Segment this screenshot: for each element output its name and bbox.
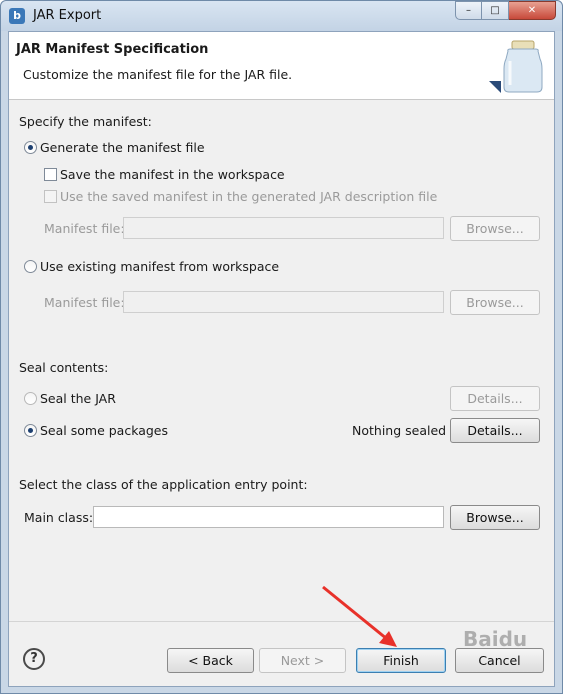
use-existing-manifest-label[interactable]: Use existing manifest from workspace [40, 259, 279, 274]
title-bar[interactable]: b JAR Export – □ ✕ [1, 1, 562, 31]
save-manifest-checkbox[interactable] [44, 168, 57, 181]
seal-jar-radio[interactable] [24, 392, 37, 405]
next-button[interactable]: Next > [259, 648, 346, 673]
back-button[interactable]: < Back [167, 648, 254, 673]
details-button-2[interactable]: Details... [450, 418, 540, 443]
use-saved-manifest-label: Use the saved manifest in the generated … [60, 189, 438, 204]
generate-manifest-label[interactable]: Generate the manifest file [40, 140, 205, 155]
minimize-button[interactable]: – [455, 1, 482, 20]
seal-jar-label[interactable]: Seal the JAR [40, 391, 116, 406]
browse-button-2[interactable]: Browse... [450, 290, 540, 315]
page-title: JAR Manifest Specification [16, 42, 209, 57]
main-class-label: Main class: [24, 510, 94, 525]
watermark-logo: Baidu [463, 627, 528, 651]
main-class-input[interactable] [93, 506, 444, 528]
close-button[interactable]: ✕ [509, 1, 556, 20]
jar-icon [489, 40, 543, 93]
seal-status-text: Nothing sealed [352, 423, 447, 438]
finish-button[interactable]: Finish [356, 648, 446, 673]
manifest-form: Specify the manifest: Generate the manif… [9, 101, 554, 621]
generate-manifest-radio[interactable] [24, 141, 37, 154]
help-icon[interactable]: ? [23, 648, 45, 670]
manifest-file-label-2: Manifest file: [44, 295, 125, 310]
save-manifest-label[interactable]: Save the manifest in the workspace [60, 167, 285, 182]
manifest-file-label-1: Manifest file: [44, 221, 125, 236]
use-existing-manifest-radio[interactable] [24, 260, 37, 273]
wizard-header: JAR Manifest Specification Customize the… [9, 32, 554, 100]
window-title: JAR Export [33, 8, 102, 23]
seal-packages-radio[interactable] [24, 424, 37, 437]
cancel-button[interactable]: Cancel [455, 648, 544, 673]
page-description: Customize the manifest file for the JAR … [23, 67, 293, 82]
maximize-button[interactable]: □ [482, 1, 509, 20]
browse-button-1[interactable]: Browse... [450, 216, 540, 241]
seal-section-label: Seal contents: [19, 360, 109, 375]
entry-point-section-label: Select the class of the application entr… [19, 477, 308, 492]
manifest-section-label: Specify the manifest: [19, 114, 152, 129]
details-button-1[interactable]: Details... [450, 386, 540, 411]
jar-export-window: b JAR Export – □ ✕ JAR Manifest Specific… [0, 0, 563, 694]
manifest-file-input-1[interactable] [123, 217, 444, 239]
browse-button-3[interactable]: Browse... [450, 505, 540, 530]
app-icon: b [9, 8, 25, 24]
manifest-file-input-2[interactable] [123, 291, 444, 313]
seal-packages-label[interactable]: Seal some packages [40, 423, 168, 438]
use-saved-manifest-checkbox[interactable] [44, 190, 57, 203]
window-controls: – □ ✕ [455, 1, 556, 21]
dialog-content: JAR Manifest Specification Customize the… [8, 31, 555, 687]
